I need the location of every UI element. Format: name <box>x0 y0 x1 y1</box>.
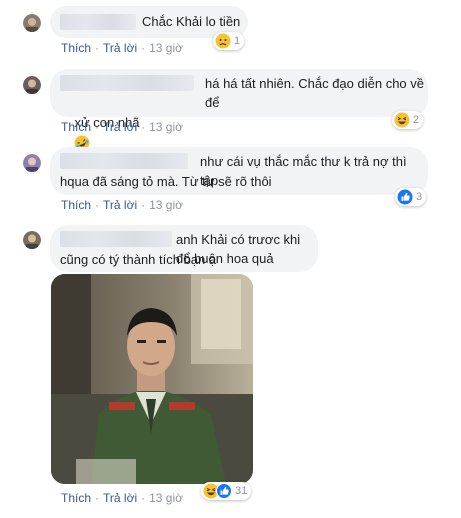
separator-dot: · <box>141 41 146 55</box>
comment-actions: Thích · Trả lời · 13 giờ <box>61 41 183 55</box>
reaction-summary[interactable]: 3 <box>395 188 427 206</box>
reaction-count: 2 <box>413 114 420 126</box>
blurred-username <box>60 153 188 169</box>
separator-dot: · <box>141 120 146 134</box>
avatar[interactable] <box>23 154 41 172</box>
like-link[interactable]: Thích <box>61 41 91 55</box>
comment-actions: Thích · Trả lời · 13 giờ <box>61 120 183 134</box>
reaction-count: 1 <box>234 35 241 47</box>
comment-bubble: há há tất nhiên. Chắc đạo diễn cho về để… <box>50 69 428 189</box>
comment-bubble: anh Khải có trươc khi đổ buôn hoa quả cũ… <box>50 225 318 272</box>
avatar[interactable] <box>23 76 41 94</box>
blurred-username <box>60 75 194 91</box>
haha-face-icon <box>394 112 410 128</box>
like-link[interactable]: Thích <box>61 491 91 505</box>
attached-photo[interactable] <box>51 274 253 484</box>
comment-text-line1: há há tất nhiên. Chắc đạo diễn cho về để <box>205 76 428 110</box>
timestamp[interactable]: 13 giờ <box>149 41 183 55</box>
comment-actions: Thích · Trả lời · 13 giờ <box>61 198 183 212</box>
timestamp[interactable]: 13 giờ <box>149 198 183 212</box>
timestamp[interactable]: 13 giờ <box>149 120 183 134</box>
reply-link[interactable]: Trả lời <box>103 491 137 505</box>
avatar[interactable] <box>23 14 41 32</box>
reaction-summary[interactable]: 1 <box>213 32 245 50</box>
separator-dot: · <box>95 41 100 55</box>
separator-dot: · <box>95 120 100 134</box>
reply-link[interactable]: Trả lời <box>103 41 137 55</box>
reply-link[interactable]: Trả lời <box>103 198 137 212</box>
separator-dot: · <box>95 198 100 212</box>
sad-face-icon <box>215 33 231 49</box>
avatar[interactable] <box>23 231 41 249</box>
comment-text-line2: cũng có tý thành tích bạn ạ <box>60 252 217 267</box>
like-thumb-icon <box>216 483 232 499</box>
like-link[interactable]: Thích <box>61 120 91 134</box>
reaction-summary[interactable]: 31 <box>201 482 252 500</box>
blurred-username <box>60 14 136 30</box>
separator-dot: · <box>95 491 100 505</box>
reaction-count: 3 <box>416 191 423 203</box>
separator-dot: · <box>141 491 146 505</box>
timestamp[interactable]: 13 giờ <box>149 491 183 505</box>
like-link[interactable]: Thích <box>61 198 91 212</box>
separator-dot: · <box>141 198 146 212</box>
comment-text-line2: hqua đã sáng tỏ mà. Từ từ sẽ rõ thôi <box>60 174 272 189</box>
reaction-count: 31 <box>235 485 248 497</box>
blurred-username <box>60 231 172 247</box>
like-thumb-icon <box>397 189 413 205</box>
comment-text: Chắc Khải lo tiền <box>142 14 241 29</box>
reply-link[interactable]: Trả lời <box>103 120 137 134</box>
comment-bubble: như cái vụ thắc mắc thư k trả nợ thì tập… <box>50 147 428 195</box>
reaction-summary[interactable]: 2 <box>392 111 424 129</box>
comment-actions: Thích · Trả lời · 13 giờ <box>61 491 183 505</box>
